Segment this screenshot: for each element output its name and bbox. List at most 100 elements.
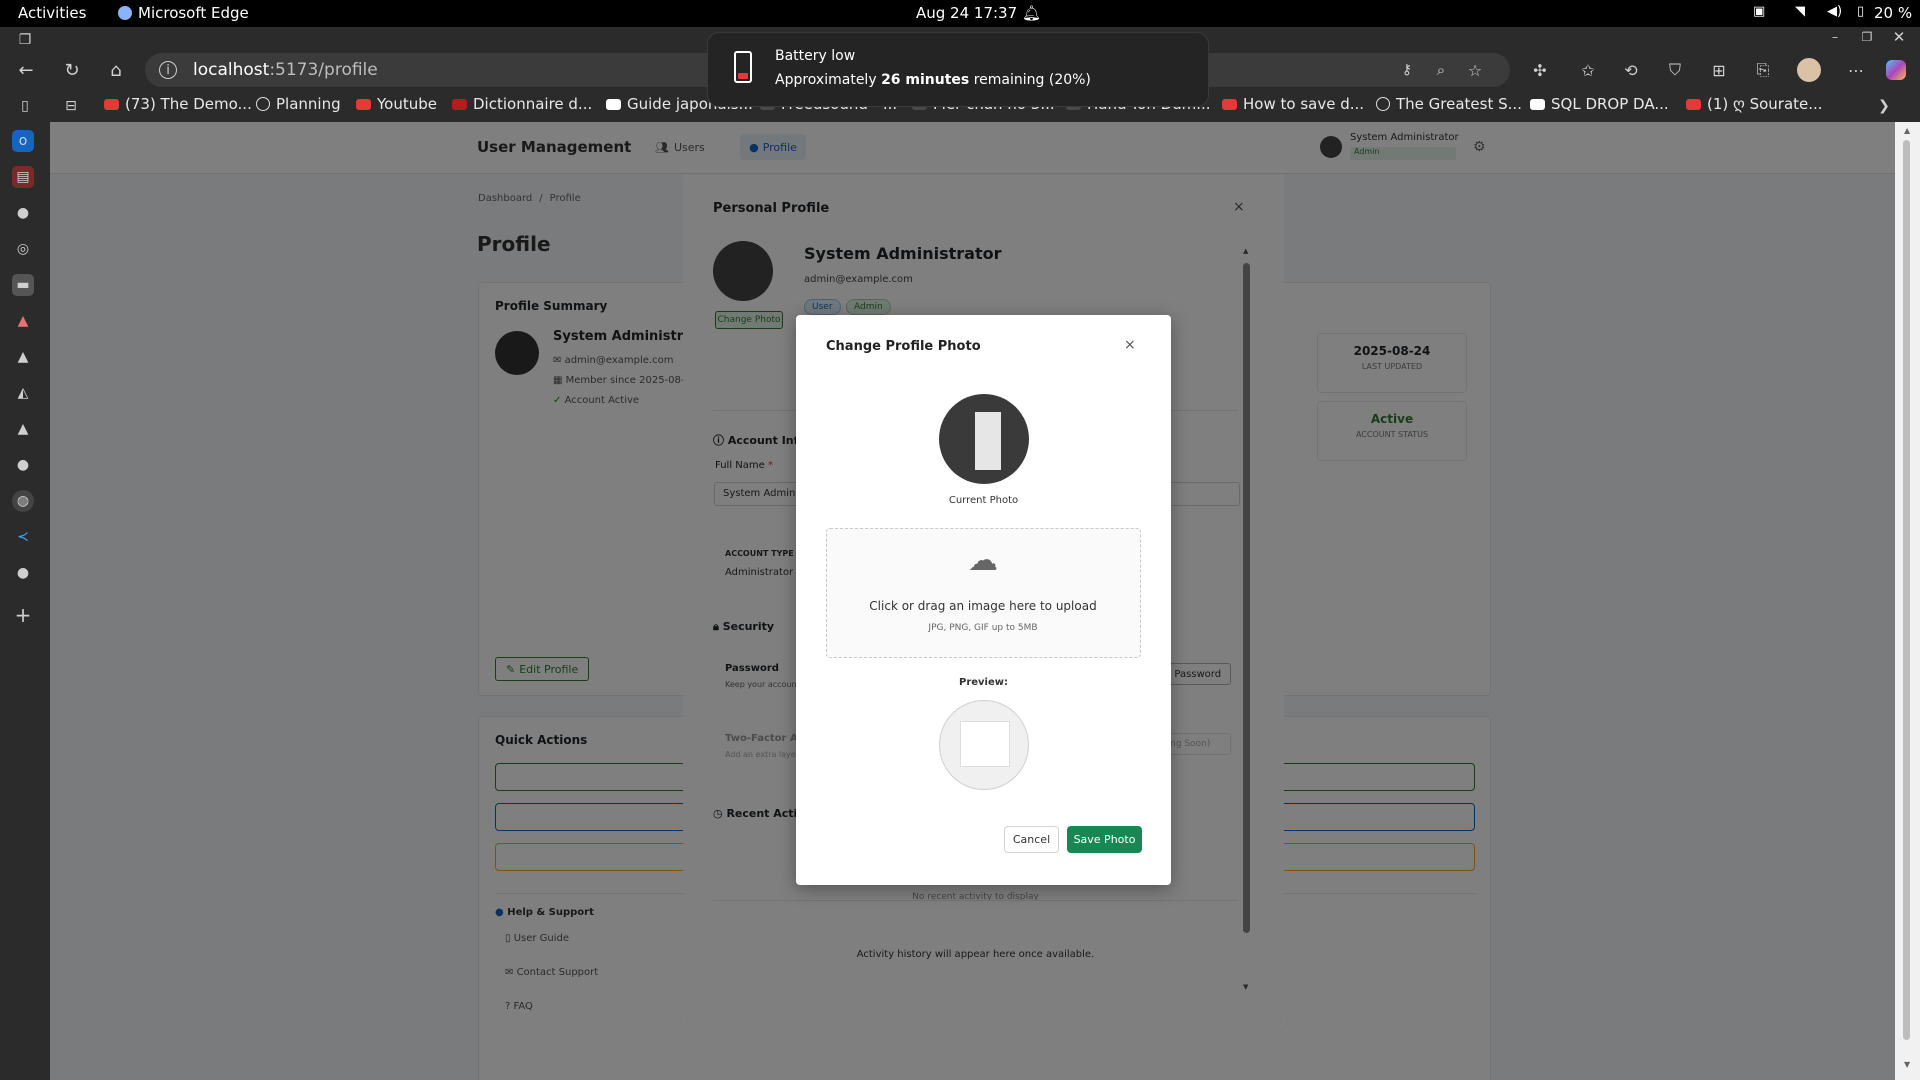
browser-sidebar: o ▤ ● ◎ ▬ ▲ ▲ ◭ ▲ ● ◍ ≺ ● +: [0, 122, 50, 1080]
bookmark-label: SQL DROP DA...: [1551, 95, 1669, 113]
bookmark-label: Planning: [276, 95, 341, 113]
scroll-up-icon[interactable]: ▲: [1904, 126, 1910, 135]
preview-photo-content: [960, 721, 1010, 767]
upload-dropzone[interactable]: ☁ Click or drag an image here to upload …: [826, 528, 1141, 658]
app-icon[interactable]: ▤: [12, 166, 34, 188]
notification-message-suffix: remaining (20%): [969, 72, 1091, 88]
bookmark-label: Youtube: [377, 95, 437, 113]
tray-icon[interactable]: ▣: [1753, 4, 1765, 19]
more-menu-icon[interactable]: ⋯: [1844, 58, 1868, 82]
app-icon[interactable]: ◎: [12, 238, 34, 260]
globe-icon[interactable]: ◍: [12, 490, 34, 512]
edge-icon: [118, 6, 132, 20]
sql-icon: [1530, 98, 1545, 110]
url-text[interactable]: localhost:5173/profile: [193, 60, 378, 80]
current-photo-content: [975, 412, 1001, 470]
battery-icon[interactable]: ▯: [1857, 4, 1864, 19]
bookmark-label: (1) ღ Sourate...: [1707, 95, 1823, 113]
github-icon[interactable]: ●: [12, 454, 34, 476]
app-icon[interactable]: ▲: [12, 346, 34, 368]
github-icon[interactable]: ●: [12, 202, 34, 224]
youtube-icon: [104, 98, 119, 110]
copilot-icon[interactable]: [1886, 60, 1906, 80]
scroll-down-icon[interactable]: ▼: [1904, 1060, 1910, 1069]
back-icon[interactable]: ←: [14, 58, 38, 82]
profile-avatar-icon[interactable]: [1797, 58, 1821, 82]
cancel-button[interactable]: Cancel: [1004, 826, 1059, 853]
key-icon[interactable]: ⚷: [1397, 60, 1417, 80]
save-photo-button[interactable]: Save Photo: [1067, 826, 1142, 853]
upload-hint: JPG, PNG, GIF up to 5MB: [928, 623, 1038, 633]
url-host: localhost: [193, 60, 270, 80]
volume-icon[interactable]: ◀︎): [1827, 4, 1842, 19]
cloud-upload-icon: ☁: [968, 543, 998, 578]
bookmark-label: (73) The Demo...: [125, 95, 252, 113]
vscode-icon[interactable]: ≺: [12, 526, 34, 548]
shield-icon[interactable]: ⛉: [1663, 58, 1687, 82]
active-app[interactable]: Microsoft Edge: [118, 4, 249, 22]
minimize-icon[interactable]: –: [1826, 28, 1844, 46]
app-icon[interactable]: ◭: [12, 382, 34, 404]
notification-message-prefix: Approximately: [775, 72, 882, 88]
github-icon[interactable]: ●: [12, 562, 34, 584]
wifi-icon[interactable]: ◥: [1795, 4, 1805, 19]
page-scrollbar[interactable]: ▲ ▼: [1895, 122, 1920, 1080]
clock[interactable]: Aug 24 17:37: [916, 4, 1017, 22]
site-info-icon[interactable]: i: [159, 61, 177, 79]
favorites-icon[interactable]: ✩: [1576, 58, 1600, 82]
youtube-icon: [1686, 98, 1701, 110]
chevron-right-icon[interactable]: ❯: [1874, 96, 1894, 116]
bookmark-item[interactable]: How to save d...: [1222, 95, 1364, 113]
bookmark-item[interactable]: Planning: [256, 95, 341, 113]
notification-title: Battery low: [775, 48, 856, 64]
extensions-icon[interactable]: ✣: [1528, 58, 1552, 82]
tab-actions-icon[interactable]: ▯: [14, 96, 36, 116]
app-icon[interactable]: ▲: [12, 418, 34, 440]
activities-button[interactable]: Activities: [18, 4, 86, 22]
bookmark-item[interactable]: Dictionnaire d...: [452, 95, 592, 113]
bookmark-item[interactable]: (73) The Demo...: [104, 95, 252, 113]
notification-bell-icon: 🔔︎: [1022, 4, 1042, 22]
games-icon[interactable]: ⊞: [1707, 58, 1731, 82]
globe-icon: [1376, 97, 1390, 111]
change-photo-modal: Change Profile Photo × Current Photo ☁ C…: [796, 315, 1171, 885]
bookmark-item[interactable]: (1) ღ Sourate...: [1686, 95, 1823, 113]
home-icon[interactable]: ⌂: [104, 58, 128, 82]
restore-icon[interactable]: ❐: [1858, 28, 1876, 46]
battery-level[interactable]: 20 %: [1874, 4, 1912, 22]
share-icon[interactable]: ⎘: [1751, 58, 1775, 82]
bookmark-icon: [606, 98, 621, 110]
system-top-bar: Activities Microsoft Edge Aug 24 17:37 🔔…: [0, 0, 1920, 27]
workspaces-icon[interactable]: ❐: [14, 29, 36, 51]
close-window-icon[interactable]: ✕: [1890, 28, 1908, 46]
current-photo-label: Current Photo: [948, 495, 1019, 506]
page-scroll-thumb[interactable]: [1903, 140, 1910, 1040]
battery-low-icon: [734, 51, 752, 83]
bookmark-item[interactable]: SQL DROP DA...: [1530, 95, 1669, 113]
refresh-icon[interactable]: ↻: [60, 58, 84, 82]
app-icon[interactable]: ▬: [12, 274, 34, 296]
active-app-label: Microsoft Edge: [138, 4, 249, 22]
youtube-icon: [356, 98, 371, 110]
favorite-star-icon[interactable]: ☆: [1465, 60, 1485, 80]
app-icon[interactable]: ▲: [12, 310, 34, 332]
bookmark-item[interactable]: The Greatest S...: [1376, 95, 1522, 113]
close-icon[interactable]: ×: [1124, 337, 1136, 353]
preview-label: Preview:: [958, 677, 1008, 688]
history-icon[interactable]: ⟲: [1619, 58, 1643, 82]
bookmark-label: How to save d...: [1243, 95, 1365, 113]
battery-fill: [738, 73, 748, 79]
notification-message-bold: 26 minutes: [881, 72, 970, 88]
bookmark-item[interactable]: Youtube: [356, 95, 437, 113]
zoom-icon[interactable]: ⌕: [1431, 60, 1451, 80]
battery-notification[interactable]: Battery low Approximately 26 minutes rem…: [707, 32, 1209, 107]
bookmark-label: Dictionnaire d...: [473, 95, 593, 113]
upload-text: Click or drag an image here to upload: [869, 599, 1097, 613]
outlook-icon[interactable]: o: [12, 130, 34, 152]
add-icon[interactable]: +: [12, 603, 34, 627]
url-path: :5173/profile: [269, 60, 378, 80]
preview-photo: [939, 700, 1029, 790]
collections-icon[interactable]: ⊟: [60, 96, 82, 116]
globe-icon: [256, 97, 270, 111]
dictionary-icon: [452, 98, 467, 110]
